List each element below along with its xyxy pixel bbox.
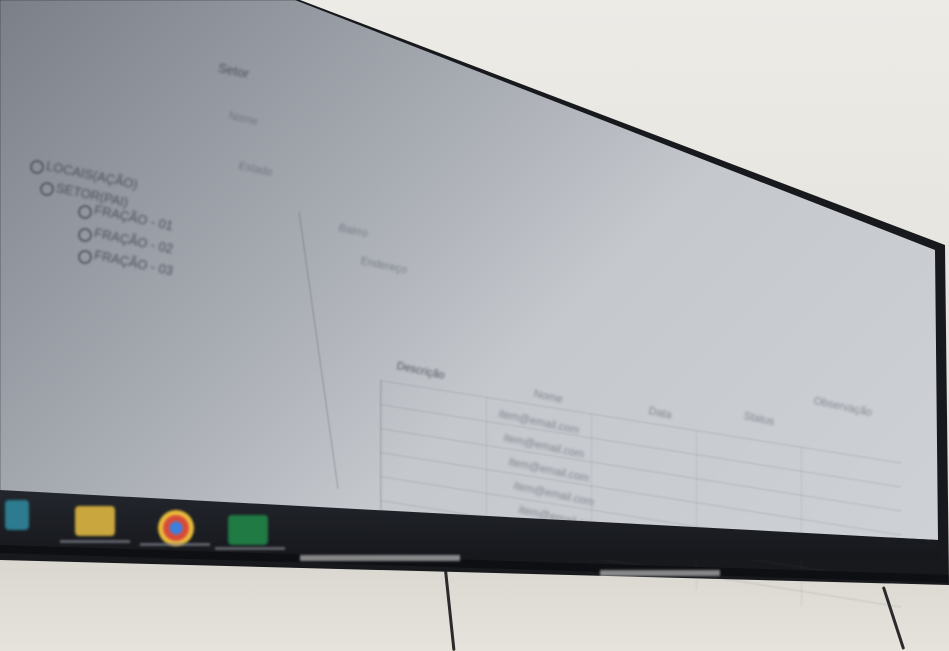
tv-ports	[600, 570, 720, 576]
active-indicator	[60, 540, 130, 543]
folder-icon	[40, 182, 54, 196]
tv-ports	[300, 555, 460, 561]
app-icon[interactable]	[5, 500, 29, 530]
file-explorer-icon[interactable]	[75, 506, 115, 536]
excel-icon[interactable]	[228, 515, 268, 545]
folder-icon	[30, 160, 44, 174]
node-icon	[78, 250, 92, 264]
chrome-icon[interactable]	[158, 510, 194, 546]
active-indicator	[140, 543, 210, 546]
node-icon	[78, 205, 92, 219]
node-icon	[78, 228, 92, 242]
active-indicator	[215, 547, 285, 550]
